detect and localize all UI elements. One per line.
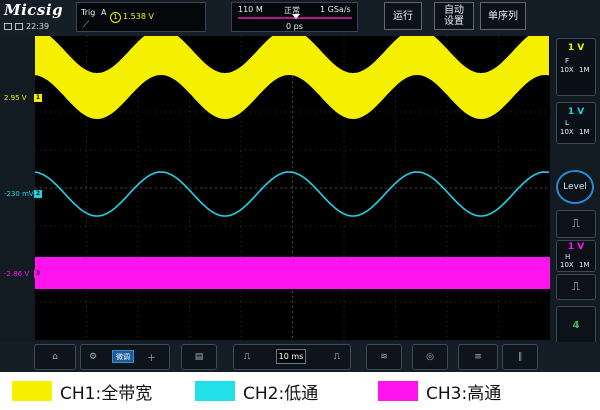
trigger-position-marker <box>292 14 300 19</box>
ch1-probe: 10X <box>560 66 574 74</box>
sample-rate: 1 GSa/s <box>320 5 351 14</box>
timebase-scale[interactable]: 10 ms <box>276 349 306 364</box>
ch3-volts: 1 V <box>567 242 585 252</box>
ch3-settings[interactable]: 1 V H 10X 1M <box>556 240 596 272</box>
legend-item-ch3: CH3:高通 <box>378 381 502 404</box>
ch1-volts: 1 V <box>567 43 585 53</box>
ch2-impedance: 1M <box>579 128 590 136</box>
ch2-coupling: L <box>565 119 569 127</box>
ch3-offset-label: -2.86 V <box>4 270 30 278</box>
legend-item-ch2: CH2:低通 <box>195 381 319 404</box>
ch4-button[interactable]: 4 <box>556 306 596 344</box>
legend-swatch-ch1 <box>12 381 52 401</box>
ch2-offset-label: -230 mV <box>4 190 34 198</box>
ch2-probe: 10X <box>560 128 574 136</box>
wifi-icon <box>15 22 23 30</box>
bottom-bar: ⌂ ⚙ ＋ 微调 ▤ ⎍ ⎍ 10 ms ≋ ◎ ≡ ∥ <box>0 342 600 372</box>
legend-label-ch3: CH3:高通 <box>426 383 502 404</box>
waveform-display[interactable] <box>35 36 550 340</box>
ch3-probe: 10X <box>560 261 574 269</box>
legend-swatch-ch2 <box>195 381 235 401</box>
trigger-level-arrow[interactable] <box>542 47 548 55</box>
pulse-icon[interactable]: ⎍ <box>556 274 596 300</box>
fine-adjust-button[interactable]: 微调 <box>112 350 134 363</box>
legend-swatch-ch3 <box>378 381 418 401</box>
pulse-icon[interactable]: ⎍ <box>556 210 596 238</box>
ch2-volts: 1 V <box>567 107 585 117</box>
ch3-waveform <box>35 257 550 289</box>
pulse-icon[interactable]: ⎍ <box>334 352 340 362</box>
measure-icon[interactable]: ≋ <box>366 344 402 370</box>
battery-icon <box>4 22 12 30</box>
horizontal-delay: 0 ps <box>286 22 303 31</box>
waveform-svg <box>35 36 550 340</box>
plus-icon[interactable]: ＋ <box>147 351 156 364</box>
run-button[interactable]: 运行 <box>384 2 422 30</box>
trigger-source: A <box>101 8 107 17</box>
ch1-marker[interactable]: 1 <box>34 94 42 102</box>
brand-logo: Micsig <box>4 1 64 19</box>
trigger-label: Trig <box>81 8 96 17</box>
ch2-settings[interactable]: 1 V L 10X 1M <box>556 102 596 144</box>
ref-icon[interactable]: ∥ <box>502 344 538 370</box>
ch1-offset-label: 2.95 V <box>4 94 27 102</box>
save-icon[interactable]: ▤ <box>181 344 217 370</box>
ch1-coupling: F <box>565 57 570 65</box>
channel-legend: CH1:全带宽 CH2:低通 CH3:高通 <box>0 372 600 410</box>
legend-item-ch1: CH1:全带宽 <box>12 381 153 404</box>
trigger-channel-badge: 1 <box>110 12 121 23</box>
math-icon[interactable]: ≡ <box>458 344 498 370</box>
legend-label-ch2: CH2:低通 <box>243 383 319 404</box>
top-bar: Micsig 22:39 Trig A ⟋ 1 1.538 V 110 M 正常… <box>0 0 600 36</box>
status-row: 22:39 <box>4 20 49 32</box>
auto-setup-button[interactable]: 自动 设置 <box>434 2 474 30</box>
ch2-waveform <box>35 171 550 217</box>
legend-label-ch1: CH1:全带宽 <box>60 383 153 404</box>
home-icon[interactable]: ⌂ <box>34 344 76 370</box>
single-sequence-button[interactable]: 单序列 <box>480 2 526 30</box>
cursor-icon[interactable]: ◎ <box>412 344 448 370</box>
rising-edge-icon: ⟋ <box>83 20 90 30</box>
level-knob-button[interactable]: Level <box>556 170 594 204</box>
trigger-level: 1.538 V <box>123 12 154 21</box>
ch2-marker[interactable]: 2 <box>34 190 42 198</box>
ch1-impedance: 1M <box>579 66 590 74</box>
ch3-marker[interactable]: 3 <box>34 270 42 278</box>
trigger-panel[interactable]: Trig A ⟋ 1 1.538 V <box>76 2 206 32</box>
gear-icon[interactable]: ⚙ <box>89 352 97 362</box>
ch3-impedance: 1M <box>579 261 590 269</box>
clock: 22:39 <box>26 21 50 31</box>
memory-depth: 110 M <box>238 5 263 14</box>
pulse-icon[interactable]: ⎍ <box>244 352 250 362</box>
ch1-settings[interactable]: 1 V F 10X 1M <box>556 38 596 96</box>
acquisition-panel[interactable]: 110 M 正常 1 GSa/s 0 ps <box>231 2 358 32</box>
oscilloscope-screen: Micsig 22:39 Trig A ⟋ 1 1.538 V 110 M 正常… <box>0 0 600 372</box>
ch3-coupling: H <box>565 253 571 261</box>
